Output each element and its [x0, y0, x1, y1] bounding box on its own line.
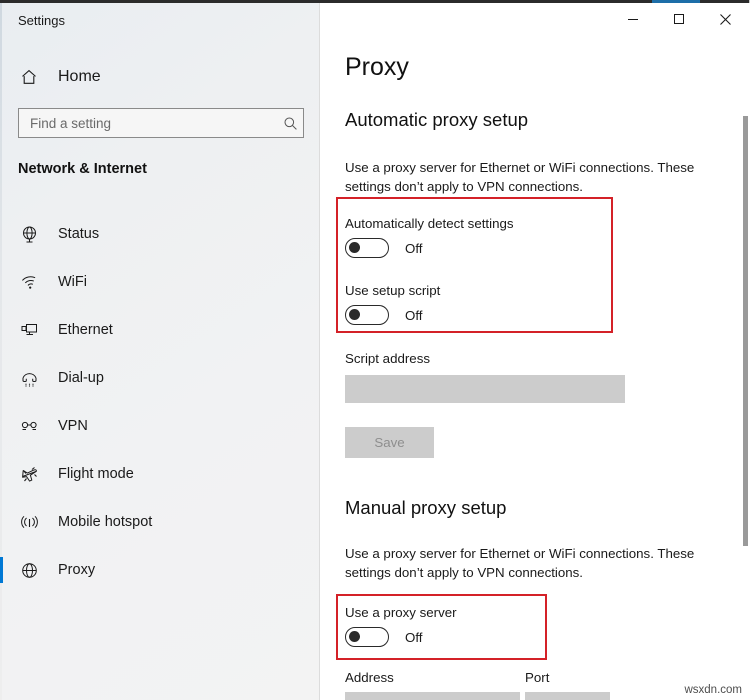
- search-input[interactable]: [19, 116, 277, 131]
- auto-detect-settings-group: Automatically detect settings Off: [345, 216, 514, 258]
- sidebar-item-flight-mode[interactable]: Flight mode: [0, 450, 320, 498]
- toggle-knob: [349, 309, 360, 320]
- sidebar-item-ethernet-label: Ethernet: [58, 322, 113, 338]
- auto-detect-settings-toggle[interactable]: [345, 238, 389, 258]
- sidebar-item-vpn[interactable]: VPN: [0, 402, 320, 450]
- port-label: Port: [525, 670, 549, 685]
- use-proxy-server-state: Off: [405, 630, 423, 645]
- use-proxy-server-label: Use a proxy server: [345, 605, 457, 620]
- script-address-input: [345, 375, 625, 403]
- sidebar-item-mobile-hotspot-label: Mobile hotspot: [58, 514, 152, 530]
- port-input: [525, 692, 610, 700]
- toggle-knob: [349, 242, 360, 253]
- sidebar-item-flight-mode-label: Flight mode: [58, 466, 134, 482]
- use-proxy-server-row: Off: [345, 627, 457, 647]
- sidebar-category-title: Network & Internet: [18, 161, 147, 177]
- automatic-proxy-heading: Automatic proxy setup: [345, 109, 528, 131]
- globe-status-icon: [18, 223, 40, 245]
- selection-indicator: [0, 461, 3, 487]
- watermark: wsxdn.com: [684, 684, 742, 696]
- globe-icon: [18, 559, 40, 581]
- sidebar-item-wifi-label: WiFi: [58, 274, 87, 290]
- auto-detect-settings-row: Off: [345, 238, 514, 258]
- sidebar-item-vpn-label: VPN: [58, 418, 88, 434]
- use-setup-script-state: Off: [405, 308, 423, 323]
- main-pane: Proxy Automatic proxy setup Use a proxy …: [321, 3, 750, 700]
- dialup-icon: [18, 367, 40, 389]
- sidebar-item-dial-up[interactable]: Dial-up: [0, 354, 320, 402]
- use-setup-script-toggle[interactable]: [345, 305, 389, 325]
- airplane-icon: [18, 463, 40, 485]
- ethernet-icon: [18, 319, 40, 341]
- manual-proxy-heading: Manual proxy setup: [345, 497, 506, 519]
- selection-indicator: [0, 413, 3, 439]
- use-setup-script-row: Off: [345, 305, 440, 325]
- selection-indicator: [0, 509, 3, 535]
- search-icon[interactable]: [277, 110, 303, 136]
- settings-content: Proxy Automatic proxy setup Use a proxy …: [321, 3, 750, 700]
- auto-detect-settings-label: Automatically detect settings: [345, 216, 514, 231]
- sidebar-item-home-label: Home: [58, 68, 101, 86]
- address-label: Address: [345, 670, 394, 685]
- automatic-proxy-description: Use a proxy server for Ethernet or WiFi …: [345, 158, 737, 196]
- wifi-icon: [18, 271, 40, 293]
- sidebar-item-status[interactable]: Status: [0, 210, 320, 258]
- sidebar-item-dial-up-label: Dial-up: [58, 370, 104, 386]
- hotspot-icon: [18, 511, 40, 533]
- use-proxy-server-group: Use a proxy server Off: [345, 605, 457, 647]
- sidebar: Settings Home Network & Internet: [0, 3, 320, 700]
- selection-indicator: [0, 557, 3, 583]
- settings-window: Settings Home Network & Internet: [0, 0, 750, 700]
- address-input: [345, 692, 520, 700]
- search-box[interactable]: [18, 108, 304, 138]
- toggle-knob: [349, 631, 360, 642]
- sidebar-item-wifi[interactable]: WiFi: [0, 258, 320, 306]
- selection-indicator: [0, 221, 3, 247]
- window-title: Settings: [18, 13, 65, 28]
- sidebar-nav: Status WiFi: [0, 210, 320, 594]
- sidebar-item-mobile-hotspot[interactable]: Mobile hotspot: [0, 498, 320, 546]
- selection-indicator: [0, 365, 3, 391]
- sidebar-item-home[interactable]: Home: [0, 61, 320, 93]
- page-title: Proxy: [345, 53, 409, 82]
- selection-indicator: [0, 269, 3, 295]
- sidebar-item-ethernet[interactable]: Ethernet: [0, 306, 320, 354]
- selection-indicator: [0, 317, 3, 343]
- scrollbar-track[interactable]: [744, 6, 749, 700]
- sidebar-item-status-label: Status: [58, 226, 99, 242]
- titlebar[interactable]: Settings: [0, 3, 320, 48]
- use-setup-script-label: Use setup script: [345, 283, 440, 298]
- auto-detect-settings-state: Off: [405, 241, 423, 256]
- sidebar-item-proxy-label: Proxy: [58, 562, 95, 578]
- home-icon: [18, 66, 40, 88]
- use-proxy-server-toggle[interactable]: [345, 627, 389, 647]
- save-button: Save: [345, 427, 434, 458]
- use-setup-script-group: Use setup script Off: [345, 283, 440, 325]
- script-address-label: Script address: [345, 351, 430, 366]
- sidebar-item-proxy[interactable]: Proxy: [0, 546, 320, 594]
- scrollbar-thumb[interactable]: [743, 116, 748, 546]
- manual-proxy-description: Use a proxy server for Ethernet or WiFi …: [345, 544, 737, 582]
- vpn-icon: [18, 415, 40, 437]
